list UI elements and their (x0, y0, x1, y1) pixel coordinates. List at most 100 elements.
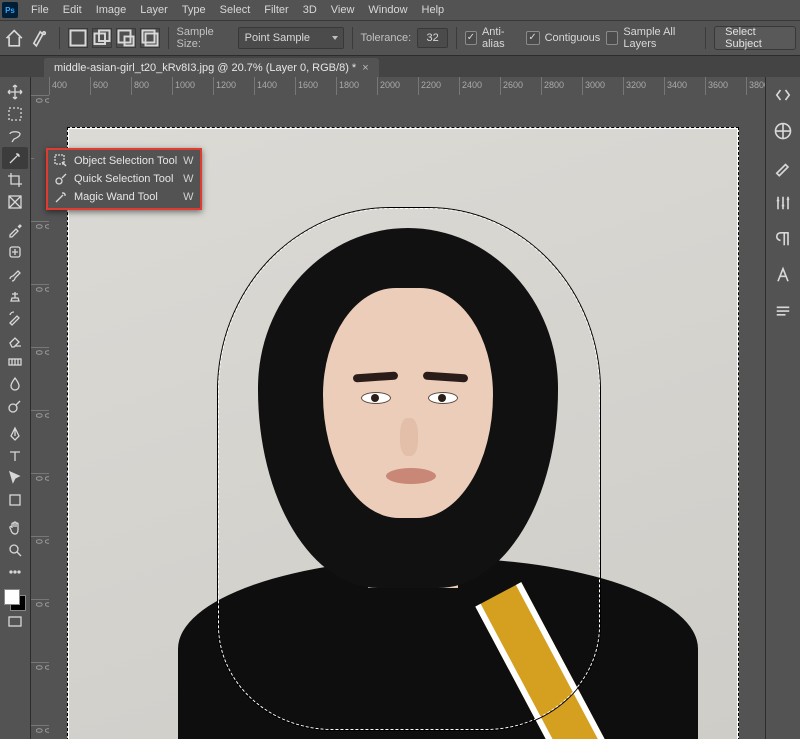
ruler-tick: 1000 (172, 77, 213, 95)
document-canvas[interactable] (67, 127, 739, 739)
menu-edit[interactable]: Edit (56, 2, 89, 18)
ruler-tick: 1800 (336, 77, 377, 95)
object-selection-icon (54, 154, 68, 168)
properties-panel-icon[interactable] (773, 301, 793, 321)
ruler-tick: 1 2 0 0 (31, 536, 50, 599)
ruler-tick: 800 (131, 77, 172, 95)
type-tool[interactable] (2, 445, 28, 467)
flyout-object-selection[interactable]: Object Selection Tool W (48, 152, 200, 170)
ruler-corner (31, 77, 50, 96)
ruler-tick: 4 0 0 (31, 284, 50, 347)
shape-tool[interactable] (2, 489, 28, 511)
select-subject-button[interactable]: Select Subject (714, 26, 796, 50)
selection-mode-group (68, 28, 160, 48)
close-icon[interactable]: × (362, 62, 368, 74)
character-panel-icon[interactable] (773, 265, 793, 285)
ruler-tick: 2600 (500, 77, 541, 95)
antialias-checkbox[interactable]: Anti-alias (465, 26, 520, 50)
flyout-quick-selection[interactable]: Quick Selection Tool W (48, 170, 200, 188)
brush-tool[interactable] (2, 263, 28, 285)
sample-all-checkbox[interactable]: Sample All Layers (606, 26, 697, 50)
menu-help[interactable]: Help (415, 2, 452, 18)
ruler-tick: 3800 (746, 77, 765, 95)
tolerance-input[interactable]: 32 (417, 28, 448, 48)
ruler-tick: 2000 (377, 77, 418, 95)
divider (456, 27, 457, 49)
ruler-tick: 400 (49, 77, 90, 95)
magic-wand-icon (54, 190, 68, 204)
home-button[interactable] (4, 26, 24, 50)
screen-mode-button[interactable] (2, 611, 28, 633)
brushes-panel-icon[interactable] (773, 157, 793, 177)
intersect-selection-icon[interactable] (140, 28, 160, 48)
edit-toolbar-button[interactable] (2, 561, 28, 583)
color-swatches[interactable] (4, 589, 26, 611)
eyedropper-tool[interactable] (2, 219, 28, 241)
move-tool[interactable] (2, 81, 28, 103)
ruler-tick: 2 0 0 (31, 221, 50, 284)
horizontal-ruler[interactable]: 4006008001000120014001600180020002200240… (49, 77, 765, 96)
menu-bar: Ps File Edit Image Layer Type Select Fil… (0, 0, 800, 21)
hand-tool[interactable] (2, 517, 28, 539)
lasso-tool[interactable] (2, 125, 28, 147)
menu-window[interactable]: Window (361, 2, 414, 18)
dodge-tool[interactable] (2, 395, 28, 417)
divider (168, 27, 169, 49)
menu-filter[interactable]: Filter (257, 2, 295, 18)
flyout-label: Quick Selection Tool (74, 173, 177, 185)
ruler-tick: 8 0 0 (31, 410, 50, 473)
sample-size-label: Sample Size: (177, 26, 232, 50)
magic-wand-tool[interactable] (2, 147, 28, 169)
menu-layer[interactable]: Layer (133, 2, 175, 18)
clone-stamp-tool[interactable] (2, 285, 28, 307)
sample-size-dropdown[interactable]: Point Sample (238, 27, 344, 49)
divider (352, 27, 353, 49)
new-selection-icon[interactable] (68, 28, 88, 48)
add-selection-icon[interactable] (92, 28, 112, 48)
image-content (428, 392, 458, 404)
document-tab[interactable]: middle-asian-girl_t20_kRv8I3.jpg @ 20.7%… (44, 58, 379, 78)
pen-tool[interactable] (2, 423, 28, 445)
marquee-tool[interactable] (2, 103, 28, 125)
subtract-selection-icon[interactable] (116, 28, 136, 48)
menu-image[interactable]: Image (89, 2, 134, 18)
crop-tool[interactable] (2, 169, 28, 191)
menu-3d[interactable]: 3D (296, 2, 324, 18)
image-content (386, 468, 436, 484)
adjustments-panel-icon[interactable] (773, 193, 793, 213)
checkbox-icon (465, 31, 477, 45)
menu-select[interactable]: Select (213, 2, 258, 18)
divider (705, 27, 706, 49)
quick-selection-icon (54, 172, 68, 186)
flyout-shortcut: W (183, 173, 193, 185)
flyout-magic-wand[interactable]: Magic Wand Tool W (48, 188, 200, 206)
history-brush-tool[interactable] (2, 307, 28, 329)
ruler-tick (31, 158, 34, 221)
path-selection-tool[interactable] (2, 467, 28, 489)
ruler-tick: 2800 (541, 77, 582, 95)
panel-expand-icon[interactable] (773, 85, 793, 105)
menu-view[interactable]: View (324, 2, 362, 18)
frame-tool[interactable] (2, 191, 28, 213)
ruler-tick: 1 4 0 0 (31, 599, 50, 662)
options-bar: Sample Size: Point Sample Tolerance: 32 … (0, 21, 800, 56)
ruler-tick: 1 6 0 0 (31, 662, 50, 725)
document-tab-strip: middle-asian-girl_t20_kRv8I3.jpg @ 20.7%… (0, 56, 800, 79)
checkbox-icon (606, 31, 618, 45)
tool-preset-button[interactable] (30, 26, 50, 50)
menu-type[interactable]: Type (175, 2, 213, 18)
paragraph-panel-icon[interactable] (773, 229, 793, 249)
image-content (400, 418, 418, 456)
healing-brush-tool[interactable] (2, 241, 28, 263)
gradient-tool[interactable] (2, 351, 28, 373)
color-panel-icon[interactable] (773, 121, 793, 141)
app-logo: Ps (2, 2, 18, 18)
zoom-tool[interactable] (2, 539, 28, 561)
menu-file[interactable]: File (24, 2, 56, 18)
eraser-tool[interactable] (2, 329, 28, 351)
blur-tool[interactable] (2, 373, 28, 395)
ruler-tick: 2200 (418, 77, 459, 95)
foreground-color-swatch[interactable] (4, 589, 20, 605)
ruler-tick: 1 0 0 0 (31, 473, 50, 536)
contiguous-checkbox[interactable]: Contiguous (526, 31, 601, 45)
